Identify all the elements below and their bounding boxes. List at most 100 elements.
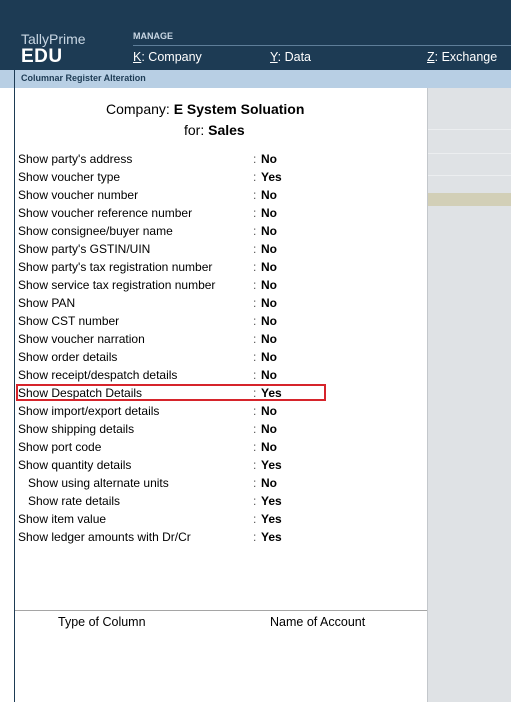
button-panel <box>427 88 511 702</box>
menu-company[interactable]: K: Company <box>133 50 202 64</box>
option-label: Show receipt/despatch details <box>18 368 178 382</box>
option-label: Show PAN <box>18 296 76 310</box>
option-voucher-narration[interactable]: Show voucher narration: No <box>18 331 413 347</box>
option-consignee-buyer-name[interactable]: Show consignee/buyer name: No <box>18 223 413 239</box>
option-value[interactable]: No <box>261 350 277 364</box>
option-shipping-details[interactable]: Show shipping details: No <box>18 421 413 437</box>
option-quantity-details[interactable]: Show quantity details: Yes <box>18 457 413 473</box>
option-ledger-amounts-dr-cr[interactable]: Show ledger amounts with Dr/Cr: Yes <box>18 529 413 545</box>
company-name: E System Soluation <box>173 101 305 117</box>
option-value[interactable]: No <box>261 188 277 202</box>
option-value[interactable]: No <box>261 404 277 418</box>
title-bar: TallyPrime EDU MANAGE K: Company Y: Data… <box>0 0 511 70</box>
option-separator: : <box>253 494 257 508</box>
option-label: Show item value <box>18 512 107 526</box>
for-value: Sales <box>208 122 245 138</box>
table-header-divider <box>15 610 427 611</box>
app-name: TallyPrime <box>21 31 86 47</box>
option-value[interactable]: Yes <box>261 386 282 400</box>
option-rate-details[interactable]: Show rate details: Yes <box>18 493 413 509</box>
option-label: Show using alternate units <box>28 476 169 490</box>
company-line: Company: E System Soluation <box>106 101 304 117</box>
option-label: Show party's GSTIN/UIN <box>18 242 151 256</box>
option-value[interactable]: No <box>261 224 277 238</box>
menu-divider <box>133 45 511 46</box>
option-value[interactable]: No <box>261 422 277 436</box>
panel-divider <box>428 153 511 154</box>
option-import-export-details[interactable]: Show import/export details: No <box>18 403 413 419</box>
option-value[interactable]: No <box>261 332 277 346</box>
screen-title: Columnar Register Alteration <box>21 73 146 83</box>
panel-highlight-button[interactable] <box>428 193 511 206</box>
option-alternate-units[interactable]: Show using alternate units: No <box>18 475 413 491</box>
option-cst-number[interactable]: Show CST number: No <box>18 313 413 329</box>
option-label: Show service tax registration number <box>18 278 216 292</box>
option-value[interactable]: No <box>261 314 277 328</box>
option-value[interactable]: Yes <box>261 494 282 508</box>
option-value[interactable]: No <box>261 206 277 220</box>
option-separator: : <box>253 242 257 256</box>
menu-exchange[interactable]: Z: Exchange <box>427 50 497 64</box>
option-value[interactable]: Yes <box>261 530 282 544</box>
option-label: Show voucher type <box>18 170 121 184</box>
option-separator: : <box>253 512 257 526</box>
alteration-form: Company: E System Soluation for: Sales S… <box>15 88 427 702</box>
option-label: Show port code <box>18 440 102 454</box>
option-separator: : <box>253 530 257 544</box>
option-party-address[interactable]: Show party's address: No <box>18 151 413 167</box>
option-label: Show order details <box>18 350 118 364</box>
option-label: Show ledger amounts with Dr/Cr <box>18 530 191 544</box>
panel-divider <box>428 175 511 176</box>
option-label: Show party's address <box>18 152 133 166</box>
option-separator: : <box>253 188 257 202</box>
panel-divider <box>428 129 511 130</box>
option-label: Show voucher number <box>18 188 139 202</box>
option-party-tax-registration[interactable]: Show party's tax registration number: No <box>18 259 413 275</box>
option-label: Show shipping details <box>18 422 135 436</box>
option-separator: : <box>253 206 257 220</box>
option-label: Show rate details <box>28 494 121 508</box>
option-value[interactable]: No <box>261 368 277 382</box>
option-separator: : <box>253 260 257 274</box>
app-edition: EDU <box>21 46 63 67</box>
option-port-code[interactable]: Show port code: No <box>18 439 413 455</box>
option-receipt-despatch-details[interactable]: Show receipt/despatch details: No <box>18 367 413 383</box>
option-service-tax-registration[interactable]: Show service tax registration number: No <box>18 277 413 293</box>
screen-title-bar: Columnar Register Alteration <box>0 70 511 88</box>
option-separator: : <box>253 332 257 346</box>
option-value[interactable]: No <box>261 278 277 292</box>
option-voucher-number[interactable]: Show voucher number: No <box>18 187 413 203</box>
option-separator: : <box>253 386 257 400</box>
option-party-gstin[interactable]: Show party's GSTIN/UIN: No <box>18 241 413 257</box>
option-value[interactable]: No <box>261 476 277 490</box>
option-voucher-type[interactable]: Show voucher type: Yes <box>18 169 413 185</box>
menu-data[interactable]: Y: Data <box>270 50 311 64</box>
option-label: Show quantity details <box>18 458 132 472</box>
for-line: for: Sales <box>184 122 245 138</box>
option-separator: : <box>253 404 257 418</box>
option-label: Show Despatch Details <box>18 386 143 400</box>
option-value[interactable]: No <box>261 242 277 256</box>
option-separator: : <box>253 224 257 238</box>
option-label: Show voucher narration <box>18 332 145 346</box>
option-separator: : <box>253 422 257 436</box>
option-item-value[interactable]: Show item value: Yes <box>18 511 413 527</box>
option-order-details[interactable]: Show order details: No <box>18 349 413 365</box>
menu-section-label: MANAGE <box>133 31 173 41</box>
option-voucher-reference-number[interactable]: Show voucher reference number: No <box>18 205 413 221</box>
option-value[interactable]: No <box>261 296 277 310</box>
option-pan[interactable]: Show PAN: No <box>18 295 413 311</box>
option-separator: : <box>253 440 257 454</box>
option-separator: : <box>253 476 257 490</box>
option-separator: : <box>253 278 257 292</box>
option-value[interactable]: Yes <box>261 170 282 184</box>
option-despatch-details[interactable]: Show Despatch Details: Yes <box>16 384 413 401</box>
option-value[interactable]: No <box>261 260 277 274</box>
option-label: Show import/export details <box>18 404 160 418</box>
option-value[interactable]: Yes <box>261 458 282 472</box>
option-value[interactable]: No <box>261 440 277 454</box>
option-separator: : <box>253 170 257 184</box>
option-value[interactable]: Yes <box>261 512 282 526</box>
column-header-account: Name of Account <box>270 615 366 629</box>
option-value[interactable]: No <box>261 152 277 166</box>
